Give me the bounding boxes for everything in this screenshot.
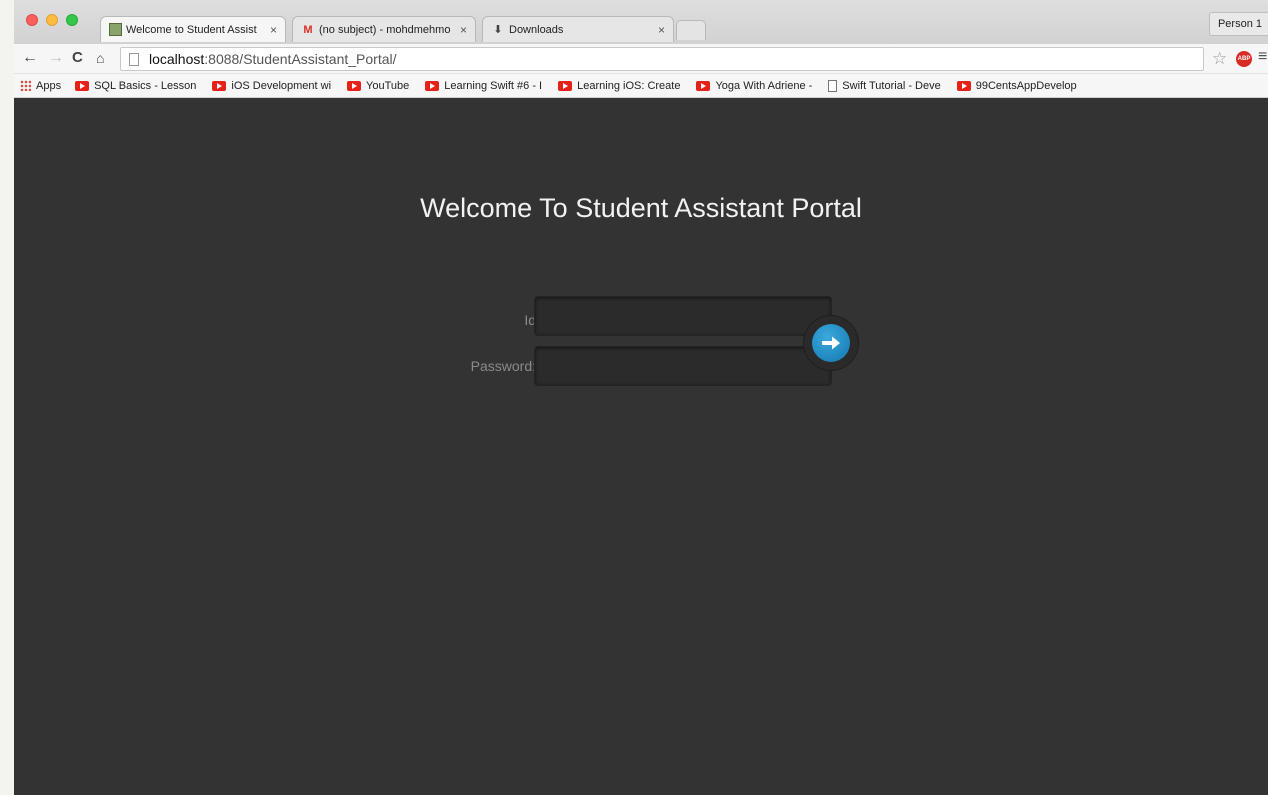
tab-title: Welcome to Student Assist	[126, 23, 257, 36]
url-host: localhost	[149, 51, 205, 67]
tab-student-portal[interactable]: Welcome to Student Assist ×	[100, 16, 286, 42]
tab-close-icon[interactable]: ×	[658, 23, 665, 37]
address-bar[interactable]: localhost:8088/StudentAssistant_Portal/	[120, 47, 1204, 71]
close-window-button[interactable]	[26, 14, 38, 26]
tab-title: Downloads	[509, 23, 564, 36]
bookmark-item[interactable]: Learning Swift #6 - I	[425, 80, 542, 92]
page-icon	[129, 52, 139, 66]
new-tab-button[interactable]	[676, 20, 706, 40]
bookmark-label: 99CentsAppDevelop	[975, 79, 1077, 92]
document-icon	[828, 79, 838, 92]
tab-close-icon[interactable]: ×	[460, 23, 467, 37]
youtube-icon	[212, 80, 227, 91]
profile-button[interactable]: Person 1	[1208, 12, 1268, 36]
bookmark-label: Learning iOS: Create	[577, 79, 681, 92]
bookmark-item[interactable]: Yoga With Adriene -	[696, 80, 812, 92]
arrow-right-icon	[822, 336, 840, 350]
page-title: Welcome To Student Assistant Portal	[420, 193, 862, 223]
id-label: Id	[524, 312, 536, 328]
bookmark-label: YouTube	[366, 79, 410, 92]
back-icon[interactable]: ←	[22, 49, 38, 67]
bookmark-label: Learning Swift #6 - I	[444, 79, 543, 92]
reload-icon[interactable]: C	[72, 49, 83, 67]
bookmark-apps[interactable]: Apps	[20, 80, 61, 92]
zoom-window-button[interactable]	[66, 14, 78, 26]
bookmark-label: SQL Basics - Lesson	[94, 79, 197, 92]
page-content: Welcome To Student Assistant Portal Id P…	[14, 98, 1268, 795]
gmail-icon: M	[303, 23, 313, 36]
bookmarks-bar: Apps SQL Basics - Lesson iOS Development…	[14, 74, 1268, 98]
tab-title: (no subject) - mohdmehmo	[319, 23, 451, 36]
minimize-window-button[interactable]	[46, 14, 58, 26]
forward-icon[interactable]: →	[48, 49, 64, 67]
home-icon[interactable]: ⌂	[96, 49, 104, 67]
bookmark-label: Apps	[36, 79, 62, 92]
youtube-icon	[696, 80, 711, 91]
bookmark-item[interactable]: Swift Tutorial - Deve	[828, 79, 941, 92]
bookmark-item[interactable]: YouTube	[347, 80, 409, 92]
bookmark-item[interactable]: SQL Basics - Lesson	[75, 80, 196, 92]
youtube-icon	[75, 80, 90, 91]
submit-button[interactable]	[812, 324, 850, 362]
password-label: Password:	[470, 358, 536, 374]
adblock-icon[interactable]: ABP	[1236, 51, 1252, 67]
tab-close-icon[interactable]: ×	[270, 23, 277, 37]
browser-window: Welcome to Student Assist × M (no subjec…	[14, 0, 1268, 795]
tab-strip: Welcome to Student Assist × M (no subjec…	[14, 0, 1268, 44]
url-path: :8088/StudentAssistant_Portal/	[204, 51, 397, 67]
bookmark-item[interactable]: Learning iOS: Create	[558, 80, 680, 92]
bookmark-item[interactable]: 99CentsAppDevelop	[956, 79, 1077, 92]
download-icon: ⬇	[493, 24, 503, 36]
bookmark-star-icon[interactable]: ☆	[1212, 49, 1227, 69]
bookmark-label: Swift Tutorial - Deve	[842, 79, 941, 92]
password-input[interactable]	[534, 346, 832, 386]
tab-gmail[interactable]: M (no subject) - mohdmehmo ×	[292, 16, 476, 42]
window-controls	[26, 14, 78, 26]
youtube-icon	[558, 80, 573, 91]
apps-grid-icon	[20, 80, 31, 91]
browser-toolbar: ← → C ⌂ localhost:8088/StudentAssistant_…	[14, 44, 1268, 74]
youtube-icon	[425, 80, 440, 91]
youtube-icon	[347, 80, 362, 91]
portal-favicon-icon	[109, 23, 122, 36]
bookmark-label: Yoga With Adriene -	[715, 79, 813, 92]
id-input[interactable]	[534, 296, 832, 336]
bookmark-item[interactable]: iOS Development wi	[212, 80, 331, 92]
youtube-icon	[956, 80, 971, 91]
menu-icon[interactable]: ≡	[1258, 48, 1267, 66]
bookmark-label: iOS Development wi	[231, 79, 332, 92]
tab-downloads[interactable]: ⬇ Downloads ×	[482, 16, 674, 42]
